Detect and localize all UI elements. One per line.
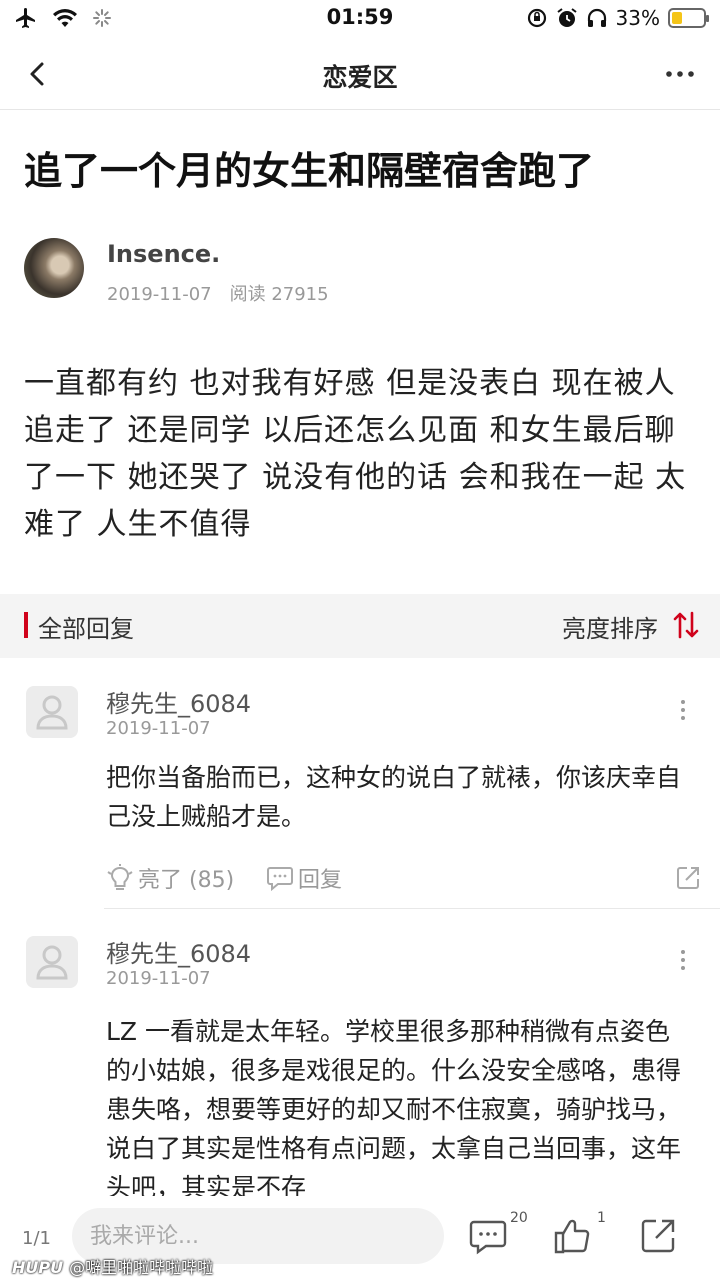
like-button[interactable]: 亮了 (85) [106, 862, 234, 894]
comment-2: 穆先生_6084 2019-11-07 LZ 一看就是太年轻。学校里很多那种稍微… [0, 930, 720, 1196]
comment-author[interactable]: 穆先生_6084 [106, 684, 251, 719]
page-indicator: 1/1 [22, 1228, 51, 1249]
reply-label: 回复 [298, 868, 343, 893]
like-count: 1 [597, 1210, 606, 1226]
nav-bar: 恋爱区 [0, 38, 720, 110]
battery-percent: 33% [615, 6, 660, 30]
thumbs-up-icon[interactable] [552, 1216, 592, 1256]
post-title: 追了一个月的女生和隔壁宿舍跑了 [24, 149, 595, 193]
like-count-label: 亮了 (85) [138, 868, 235, 893]
comment-text: LZ 一看就是太年轻。学校里很多那种稍微有点姿色的小姑娘，很多是戏很足的。什么没… [106, 1017, 682, 1196]
rotation-lock-icon [527, 8, 546, 28]
battery-icon [668, 8, 709, 28]
author-avatar[interactable] [24, 238, 84, 298]
watermark-handle: @噼里啪啦哔啦哔啦 [69, 1258, 214, 1277]
status-bar: 01:59 33% [0, 0, 720, 38]
nav-title: 恋爱区 [322, 63, 398, 92]
post-body: 一直都有约 也对我有好感 但是没表白 现在被人追走了 还是同学 以后还怎么见面 … [24, 366, 687, 542]
author-name[interactable]: Insence. [107, 240, 220, 268]
sort-button[interactable]: 亮度排序 [562, 609, 658, 644]
alarm-icon [556, 8, 577, 27]
more-horizontal-icon[interactable] [664, 60, 696, 88]
share-icon[interactable] [638, 1216, 678, 1256]
headphones-icon [587, 8, 606, 27]
comment-date: 2019-11-07 [106, 718, 211, 739]
watermark-brand: HUPU [12, 1258, 64, 1277]
share-icon[interactable] [674, 864, 702, 892]
comments-icon[interactable] [468, 1216, 508, 1256]
comment-date: 2019-11-07 [106, 968, 211, 989]
battery-fill [672, 12, 682, 24]
comment-actions: 亮了 (85) 回复 [106, 862, 706, 896]
post-date: 2019-11-07 [107, 284, 212, 305]
comment-1: 穆先生_6084 2019-11-07 把你当备胎而已，这种女的说白了就裱，你该… [0, 680, 720, 910]
default-avatar-icon [36, 695, 68, 730]
more-vertical-icon[interactable] [678, 698, 688, 722]
light-bulb-icon [107, 864, 133, 890]
comment-divider [104, 908, 720, 909]
comment-count: 20 [510, 1210, 528, 1226]
reply-header: 全部回复 亮度排序 [0, 594, 720, 658]
default-avatar-icon [36, 945, 68, 980]
all-replies-label: 全部回复 [38, 615, 134, 643]
sort-arrows-icon[interactable] [672, 610, 700, 640]
reply-bubble-icon [267, 867, 293, 891]
comment-avatar[interactable] [26, 686, 78, 738]
reply-button[interactable]: 回复 [266, 862, 342, 894]
author-meta: 2019-11-07 阅读 27915 [107, 280, 329, 306]
comment-author[interactable]: 穆先生_6084 [106, 934, 251, 969]
more-vertical-icon[interactable] [678, 948, 688, 972]
reply-accent-bar [24, 612, 28, 638]
comment-text: 把你当备胎而已，这种女的说白了就裱，你该庆幸自己没上贼船才是。 [106, 763, 682, 831]
comment-avatar[interactable] [26, 936, 78, 988]
watermark: HUPU @噼里啪啦哔啦哔啦 [12, 1254, 213, 1278]
status-right: 33% [526, 6, 709, 30]
post-reads: 阅读 27915 [229, 284, 329, 305]
